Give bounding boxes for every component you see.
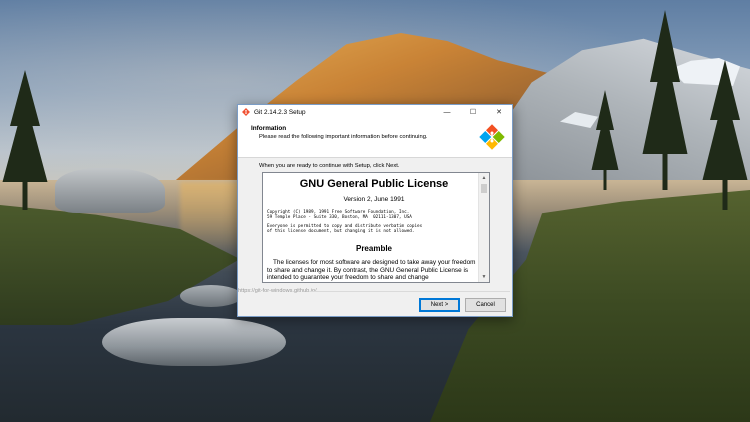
wizard-header: Information Please read the following im… bbox=[238, 119, 512, 158]
close-button[interactable]: ✕ bbox=[486, 105, 512, 119]
vertical-scrollbar[interactable]: ▲ ▼ bbox=[478, 173, 489, 282]
instruction-text: When you are ready to continue with Setu… bbox=[259, 163, 400, 169]
title-bar[interactable]: Git 2.14.2.3 Setup — ☐ ✕ bbox=[238, 105, 512, 119]
maximize-button[interactable]: ☐ bbox=[460, 105, 486, 119]
license-version: Version 2, June 1991 bbox=[343, 196, 405, 203]
git-logo-icon bbox=[242, 108, 250, 116]
footer-url: https://git-for-windows.github.io/ bbox=[238, 288, 317, 294]
scrollbar-thumb[interactable] bbox=[481, 184, 487, 193]
next-button[interactable]: Next > bbox=[419, 298, 460, 312]
page-title: Information bbox=[251, 125, 287, 132]
license-text-box[interactable]: GNU General Public License Version 2, Ju… bbox=[262, 172, 490, 283]
footer-divider bbox=[310, 291, 510, 292]
chevron-down-icon[interactable]: ▼ bbox=[479, 272, 489, 282]
cancel-button[interactable]: Cancel bbox=[465, 298, 506, 312]
chevron-up-icon[interactable]: ▲ bbox=[479, 173, 489, 183]
license-title: GNU General Public License bbox=[299, 178, 449, 190]
preamble-heading: Preamble bbox=[355, 244, 393, 253]
boulder bbox=[102, 318, 286, 366]
license-content: GNU General Public License Version 2, Ju… bbox=[263, 173, 485, 282]
window-controls: — ☐ ✕ bbox=[434, 105, 512, 119]
minimize-button[interactable]: — bbox=[434, 105, 460, 119]
preamble-text: The licenses for most software are desig… bbox=[267, 259, 476, 281]
license-copyright: Copyright (C) 1989, 1991 Free Software F… bbox=[267, 210, 412, 220]
license-permission: Everyone is permitted to copy and distri… bbox=[267, 224, 423, 234]
git-for-windows-logo-icon bbox=[479, 124, 505, 150]
setup-window: Git 2.14.2.3 Setup — ☐ ✕ Information Ple… bbox=[237, 104, 513, 317]
boulder bbox=[55, 168, 165, 213]
page-subtitle: Please read the following important info… bbox=[259, 134, 428, 140]
window-title: Git 2.14.2.3 Setup bbox=[254, 108, 306, 116]
boulder bbox=[180, 285, 242, 307]
